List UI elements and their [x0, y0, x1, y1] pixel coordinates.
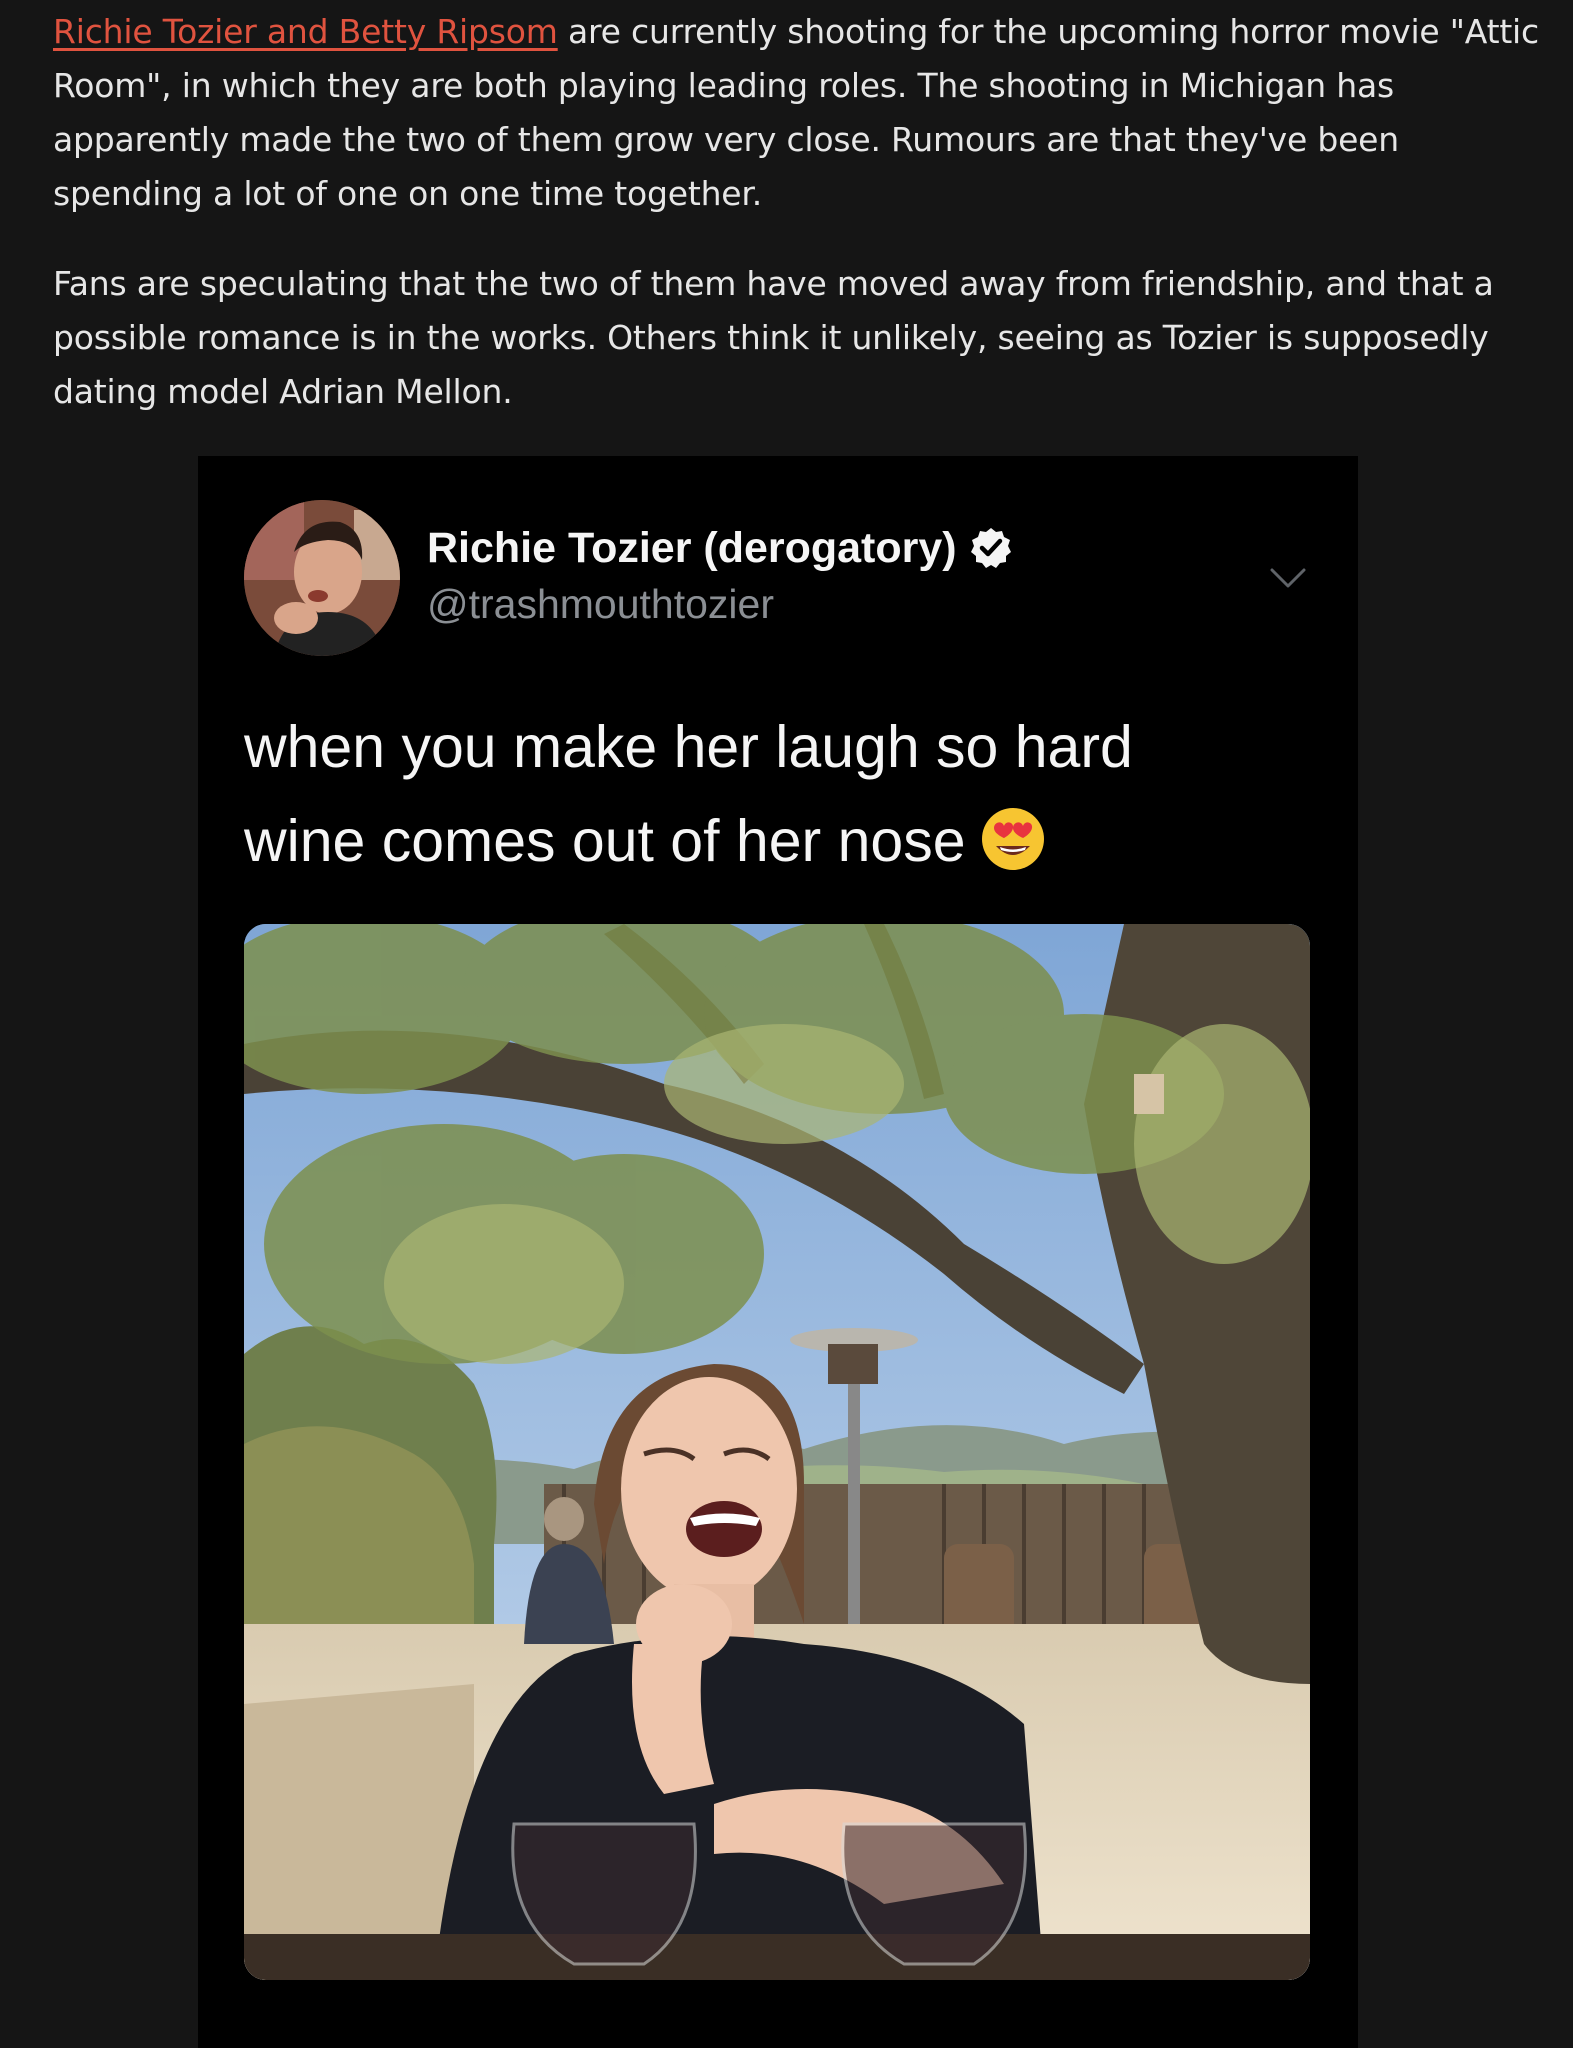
verified-badge-icon — [970, 528, 1011, 568]
article-paragraph-2: Fans are speculating that the two of the… — [53, 264, 1494, 411]
article-paragraph-1: Richie Tozier and Betty Ripsom are curre… — [53, 0, 1543, 221]
chevron-down-icon[interactable] — [1268, 564, 1308, 592]
article-link-names[interactable]: Richie Tozier and Betty Ripsom — [53, 12, 558, 51]
tweet-photo-image — [244, 924, 1310, 1980]
article-body: Richie Tozier and Betty Ripsom are curre… — [53, 0, 1543, 419]
handle[interactable]: @trashmouthtozier — [427, 578, 1013, 630]
embedded-tweet: Richie Tozier (derogatory) @trashmouthto… — [198, 456, 1358, 2048]
avatar-photo — [244, 500, 400, 656]
display-name-row: Richie Tozier (derogatory) — [427, 522, 1013, 574]
heart-eyes-emoji-icon — [981, 808, 1044, 871]
tweet-author: Richie Tozier (derogatory) @trashmouthto… — [427, 522, 1013, 630]
tweet-text-line-2: wine comes out of her nose — [244, 808, 966, 874]
tweet-photo[interactable] — [244, 924, 1310, 1980]
tweet-text-line-1: when you make her laugh so hard — [244, 714, 1133, 780]
tweet-header: Richie Tozier (derogatory) @trashmouthto… — [244, 500, 1318, 660]
avatar[interactable] — [244, 500, 400, 656]
tweet-text: when you make her laugh so hard wine com… — [244, 700, 1324, 888]
tweet-text-line-2-wrap: wine comes out of her nose — [244, 794, 1324, 888]
display-name[interactable]: Richie Tozier (derogatory) — [427, 522, 957, 574]
